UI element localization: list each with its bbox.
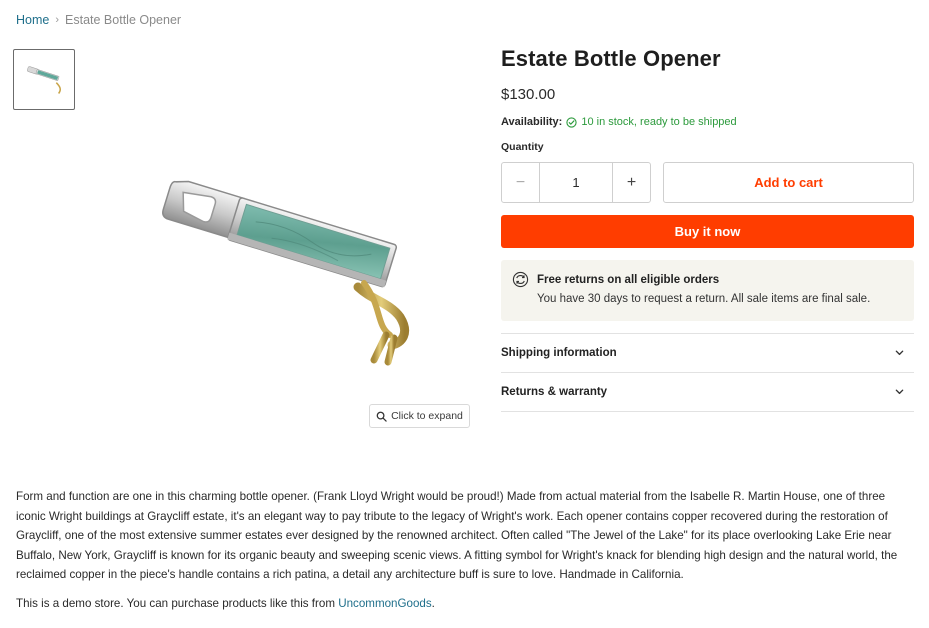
demo-note-text: This is a demo store. You can purchase p… bbox=[16, 597, 339, 610]
accordion-returns-warranty[interactable]: Returns & warranty bbox=[501, 373, 914, 411]
demo-store-note: This is a demo store. You can purchase p… bbox=[16, 597, 435, 610]
chevron-down-icon bbox=[895, 350, 904, 356]
accordion-divider bbox=[501, 411, 914, 412]
product-title: Estate Bottle Opener bbox=[501, 46, 721, 71]
buy-it-now-button[interactable]: Buy it now bbox=[501, 215, 914, 248]
uncommongoods-link[interactable]: UncommonGoods bbox=[338, 597, 431, 610]
accordion-label: Shipping information bbox=[501, 347, 617, 359]
expand-label: Click to expand bbox=[391, 410, 463, 422]
breadcrumb-separator: › bbox=[55, 14, 60, 26]
product-price: $130.00 bbox=[501, 86, 556, 103]
availability: Availability: 10 in stock, ready to be s… bbox=[501, 116, 737, 128]
availability-value: 10 in stock, ready to be shipped bbox=[581, 116, 737, 128]
demo-note-end: . bbox=[431, 597, 435, 610]
quantity-label: Quantity bbox=[501, 141, 544, 153]
breadcrumb-current: Estate Bottle Opener bbox=[65, 13, 182, 27]
click-to-expand-button[interactable]: Click to expand bbox=[369, 404, 470, 428]
add-to-cart-button[interactable]: Add to cart bbox=[663, 162, 914, 203]
returns-title: Free returns on all eligible orders bbox=[537, 274, 720, 286]
product-main-image[interactable] bbox=[150, 175, 420, 370]
quantity-stepper: − + bbox=[501, 162, 651, 203]
in-stock-check-icon bbox=[566, 116, 577, 128]
product-thumbnail[interactable] bbox=[13, 49, 75, 110]
availability-label: Availability: bbox=[501, 116, 563, 128]
returns-cycle-icon bbox=[512, 271, 529, 288]
quantity-input[interactable] bbox=[540, 163, 612, 202]
quantity-increase-button[interactable]: + bbox=[612, 163, 650, 202]
accordion-label: Returns & warranty bbox=[501, 386, 608, 398]
breadcrumb-home-link[interactable]: Home bbox=[16, 13, 49, 27]
bottle-opener-image bbox=[162, 180, 409, 366]
bottle-opener-thumbnail-icon bbox=[27, 65, 62, 94]
free-returns-notice: Free returns on all eligible orders You … bbox=[501, 260, 914, 321]
accordion-shipping-information[interactable]: Shipping information bbox=[501, 334, 914, 372]
magnifier-icon bbox=[376, 411, 387, 422]
returns-text: You have 30 days to request a return. Al… bbox=[537, 293, 871, 305]
chevron-down-icon bbox=[895, 389, 904, 395]
product-description: Form and function are one in this charmi… bbox=[16, 490, 898, 582]
quantity-decrease-button[interactable]: − bbox=[502, 163, 540, 202]
breadcrumb: Home › Estate Bottle Opener bbox=[16, 13, 181, 27]
